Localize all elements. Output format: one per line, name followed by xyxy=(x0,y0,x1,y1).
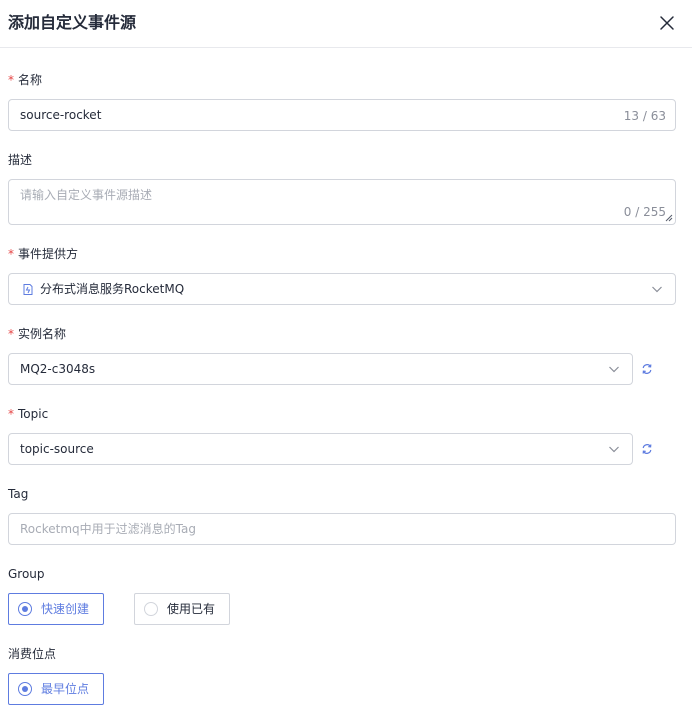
description-char-counter: 0 / 255 xyxy=(623,205,666,219)
group-option-use-existing[interactable]: 使用已有 xyxy=(134,593,230,625)
group-option-label: 使用已有 xyxy=(167,602,216,616)
instance-field-label: * 实例名称 xyxy=(8,327,67,341)
topic-selected-value: topic-source xyxy=(20,442,94,456)
name-char-counter: 13 / 63 xyxy=(623,109,666,123)
name-input-value: source-rocket xyxy=(20,108,102,122)
offset-field-label: 消费位点 xyxy=(8,647,57,661)
required-mark: * xyxy=(8,73,14,87)
radio-unselected-icon xyxy=(144,602,158,616)
instance-selected-value: MQ2-c3048s xyxy=(20,362,96,376)
radio-selected-icon xyxy=(18,602,32,616)
close-button[interactable] xyxy=(656,12,678,34)
tag-input[interactable]: Rocketmq中用于过滤消息的Tag xyxy=(8,513,676,545)
name-field-label: * 名称 xyxy=(8,73,43,87)
required-mark: * xyxy=(8,247,14,261)
group-option-quick-create[interactable]: 快速创建 xyxy=(8,593,104,625)
add-custom-event-source-dialog: 添加自定义事件源 * 名称 source-rocket 13 / 63 描述 请输… xyxy=(0,0,692,721)
provider-selected-value: 分布式消息服务RocketMQ xyxy=(40,282,185,296)
refresh-icon[interactable] xyxy=(641,443,653,455)
description-placeholder: 请输入自定义事件源描述 xyxy=(20,188,153,202)
textarea-resize-handle[interactable] xyxy=(665,214,673,222)
tag-placeholder: Rocketmq中用于过滤消息的Tag xyxy=(20,522,196,536)
close-icon xyxy=(660,16,674,30)
chevron-down-icon xyxy=(652,286,662,293)
offset-option-label: 最早位点 xyxy=(41,682,90,696)
group-field-label: Group xyxy=(8,567,45,581)
instance-select[interactable]: MQ2-c3048s xyxy=(8,353,633,385)
description-field-label: 描述 xyxy=(8,153,33,167)
topic-field-label: * Topic xyxy=(8,407,49,421)
required-mark: * xyxy=(8,327,14,341)
refresh-icon[interactable] xyxy=(641,363,653,375)
description-textarea[interactable]: 请输入自定义事件源描述 0 / 255 xyxy=(8,179,676,225)
offset-option-earliest[interactable]: 最早位点 xyxy=(8,673,104,705)
provider-field-label: * 事件提供方 xyxy=(8,247,79,261)
required-mark: * xyxy=(8,407,14,421)
dialog-header: 添加自定义事件源 xyxy=(0,0,692,48)
tag-field-label: Tag xyxy=(8,487,29,501)
name-input[interactable]: source-rocket 13 / 63 xyxy=(8,99,676,131)
dialog-title: 添加自定义事件源 xyxy=(8,13,137,32)
provider-select[interactable]: 分布式消息服务RocketMQ xyxy=(8,273,676,305)
rocketmq-service-icon xyxy=(23,284,33,295)
chevron-down-icon xyxy=(609,366,619,373)
topic-select[interactable]: topic-source xyxy=(8,433,633,465)
chevron-down-icon xyxy=(609,446,619,453)
radio-selected-icon xyxy=(18,682,32,696)
group-option-label: 快速创建 xyxy=(41,602,90,616)
